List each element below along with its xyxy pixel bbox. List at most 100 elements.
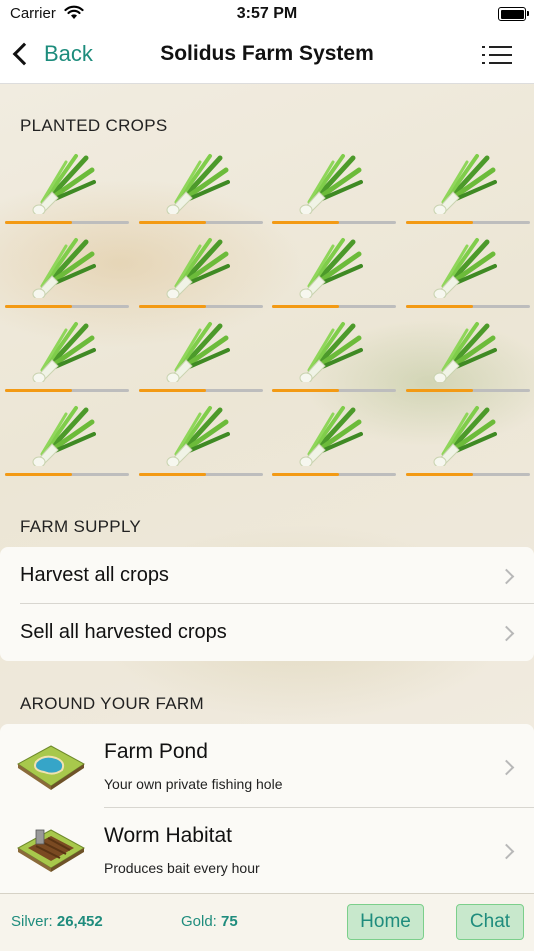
crop-cell[interactable] [0, 148, 129, 228]
farm-pond-subtitle: Your own private fishing hole [104, 776, 283, 792]
farm-pond-title: Farm Pond [104, 740, 208, 763]
harvest-all-crops-label: Harvest all crops [20, 564, 169, 586]
planted-crops-header: PLANTED CROPS [20, 116, 168, 135]
leek-icon [431, 320, 497, 384]
farm-supply-header: FARM SUPPLY [20, 517, 142, 536]
crop-progress-bar [5, 389, 129, 392]
clock: 3:57 PM [236, 5, 298, 22]
gold-balance: Gold: 75 [181, 913, 238, 930]
pond-icon [17, 745, 85, 790]
sell-harvested-crops-row[interactable]: Sell all harvested crops [0, 604, 534, 661]
leek-icon [297, 152, 363, 216]
crop-cell[interactable] [401, 316, 530, 396]
chevron-right-icon [498, 759, 515, 776]
crop-progress-bar [139, 473, 263, 476]
crop-progress-fill [5, 473, 72, 476]
crop-progress-fill [139, 473, 206, 476]
leek-icon [297, 320, 363, 384]
crop-progress-bar [139, 221, 263, 224]
crop-progress-fill [139, 221, 206, 224]
leek-icon [297, 404, 363, 468]
chevron-right-icon [498, 568, 515, 585]
gold-label: Gold: [181, 913, 217, 930]
chevron-right-icon [498, 625, 515, 642]
crop-progress-fill [5, 305, 72, 308]
leek-icon [431, 236, 497, 300]
crop-progress-fill [406, 305, 473, 308]
crop-cell[interactable] [0, 400, 129, 480]
chat-button[interactable]: Chat [456, 904, 524, 940]
crop-progress-bar [272, 389, 396, 392]
sell-harvested-crops-label: Sell all harvested crops [20, 621, 227, 643]
crop-progress-bar [272, 221, 396, 224]
crop-progress-bar [5, 305, 129, 308]
crop-cell[interactable] [401, 400, 530, 480]
chevron-right-icon [498, 843, 515, 860]
crop-progress-fill [272, 473, 339, 476]
crop-progress-bar [272, 305, 396, 308]
crop-cell[interactable] [134, 148, 263, 228]
leek-icon [297, 236, 363, 300]
leek-icon [164, 236, 230, 300]
crop-progress-fill [5, 389, 72, 392]
worm-habitat-icon [16, 829, 86, 872]
worm-habitat-row[interactable]: Worm Habitat Produces bait every hour [0, 808, 534, 892]
crop-progress-bar [272, 473, 396, 476]
around-farm-list: Farm Pond Your own private fishing hole … [0, 724, 534, 893]
around-farm-header: AROUND YOUR FARM [20, 694, 204, 713]
navigation-bar: Back Solidus Farm System [0, 28, 534, 84]
leek-icon [431, 404, 497, 468]
crop-cell[interactable] [0, 316, 129, 396]
list-menu-icon[interactable] [482, 44, 512, 66]
crop-cell[interactable] [0, 232, 129, 312]
status-bar: Carrier 3:57 PM [0, 0, 534, 28]
crop-progress-bar [406, 473, 530, 476]
worm-habitat-title: Worm Habitat [104, 824, 232, 847]
leek-icon [164, 320, 230, 384]
leek-icon [30, 320, 96, 384]
crop-progress-fill [139, 389, 206, 392]
crop-progress-bar [406, 221, 530, 224]
crop-progress-bar [139, 389, 263, 392]
crop-cell[interactable] [401, 148, 530, 228]
crop-progress-fill [406, 221, 473, 224]
crop-progress-fill [406, 389, 473, 392]
crop-cell[interactable] [267, 400, 396, 480]
leek-icon [164, 152, 230, 216]
harvest-all-crops-row[interactable]: Harvest all crops [0, 547, 534, 604]
leek-icon [431, 152, 497, 216]
silver-label: Silver: [11, 913, 53, 930]
crop-progress-fill [272, 221, 339, 224]
leek-icon [30, 236, 96, 300]
crop-progress-fill [272, 389, 339, 392]
home-button[interactable]: Home [347, 904, 424, 940]
gold-value: 75 [221, 913, 238, 930]
crop-progress-bar [406, 389, 530, 392]
crop-cell[interactable] [134, 316, 263, 396]
crop-cell[interactable] [267, 148, 396, 228]
crop-cell[interactable] [401, 232, 530, 312]
page-title: Solidus Farm System [160, 42, 374, 65]
crop-cell[interactable] [267, 316, 396, 396]
farm-supply-list: Harvest all crops Sell all harvested cro… [0, 547, 534, 661]
crop-cell[interactable] [267, 232, 396, 312]
crop-cell[interactable] [134, 232, 263, 312]
crop-progress-bar [5, 221, 129, 224]
crop-progress-bar [406, 305, 530, 308]
bottom-bar: Silver: 26,452 Gold: 75 Home Chat [0, 893, 534, 951]
battery-icon [498, 7, 529, 21]
leek-icon [164, 404, 230, 468]
crop-progress-bar [139, 305, 263, 308]
leek-icon [30, 404, 96, 468]
worm-habitat-subtitle: Produces bait every hour [104, 860, 260, 876]
crop-progress-bar [5, 473, 129, 476]
crop-progress-fill [139, 305, 206, 308]
crop-progress-fill [5, 221, 72, 224]
crop-cell[interactable] [134, 400, 263, 480]
silver-value: 26,452 [56, 913, 103, 930]
crop-progress-fill [406, 473, 473, 476]
silver-balance: Silver: 26,452 [11, 913, 103, 930]
leek-icon [30, 152, 96, 216]
farm-pond-row[interactable]: Farm Pond Your own private fishing hole [0, 724, 534, 808]
crop-progress-fill [272, 305, 339, 308]
